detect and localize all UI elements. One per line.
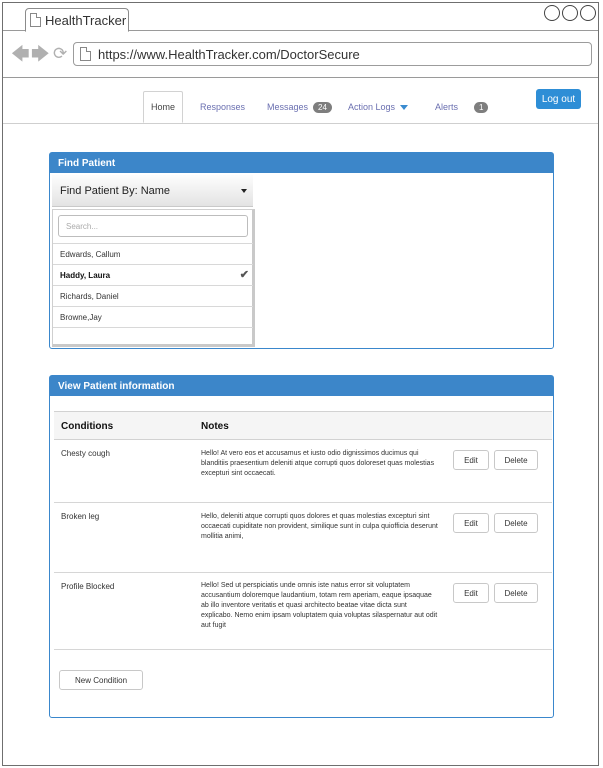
table-row: Broken leg Hello, deleniti atque corrupt… [54,503,552,573]
tab-label: Messages [267,102,309,112]
notes-cell: Hello! At vero eos et accusamus et iusto… [201,450,435,477]
delete-button[interactable]: Delete [494,583,538,603]
patient-dropdown-menu: Search... Edwards, Callum Haddy, Laura ✔ … [52,209,255,347]
panel-title: Find Patient [50,153,553,173]
browser-tab[interactable]: HealthTracker [25,8,129,32]
alerts-count-badge: 1 [474,101,489,113]
tab-responses[interactable]: Responses [200,91,245,123]
notes-cell: Hello! Sed ut perspiciatis unde omnis is… [201,582,438,629]
browser-tab-strip: HealthTracker [3,3,598,32]
tab-action-logs[interactable]: Action Logs [348,91,409,123]
forward-arrow-icon[interactable]: 🡆 [31,45,50,63]
patient-item[interactable]: Edwards, Callum [53,243,253,264]
tab-alerts[interactable]: Alerts 1 [435,91,489,123]
condition-cell: Profile Blocked [61,582,115,591]
delete-button[interactable]: Delete [494,450,538,470]
chevron-down-icon [400,104,409,110]
page-icon [30,13,41,27]
dropdown-label: Find Patient By: Name [60,184,171,197]
tabs-divider [3,123,598,124]
minimize-icon[interactable] [544,5,560,21]
condition-cell: Broken leg [61,512,100,521]
back-arrow-icon[interactable]: 🡄 [11,45,30,63]
edit-button[interactable]: Edit [453,450,489,470]
logout-button[interactable]: Log out [536,89,581,109]
find-by-dropdown[interactable]: Find Patient By: Name [52,175,253,207]
tab-label: Home [151,102,176,112]
browser-window: HealthTracker 🡄 🡆 ⟳ https://www.HealthTr… [2,2,599,766]
panel-title: View Patient information [50,376,553,396]
maximize-icon[interactable] [562,5,578,21]
patient-item-selected[interactable]: Haddy, Laura ✔ [53,264,253,285]
close-icon[interactable] [580,5,596,21]
reload-icon[interactable]: ⟳ [53,45,67,63]
tab-home[interactable]: Home [143,91,184,123]
url-text: https://www.HealthTracker.com/DoctorSecu… [98,46,360,62]
patient-item[interactable]: Richards, Daniel [53,285,253,306]
table-header: Conditions Notes [54,411,552,440]
delete-button[interactable]: Delete [494,513,538,533]
tab-label: Action Logs [348,102,396,112]
patient-item-empty [53,327,253,348]
condition-cell: Chesty cough [61,449,110,458]
table-row: Chesty cough Hello! At vero eos et accus… [54,440,552,503]
check-icon: ✔ [239,269,249,281]
tab-label: Responses [200,102,246,112]
view-patient-panel: View Patient information Conditions Note… [49,375,554,718]
conditions-table: Conditions Notes Chesty cough Hello! At … [54,411,552,650]
tab-label: Alerts [435,102,459,112]
find-patient-panel: Find Patient Find Patient By: Name Searc… [49,152,554,349]
tab-messages[interactable]: Messages 24 [267,91,332,123]
caret-down-icon [241,189,247,193]
app-tabs: Home Responses Messages 24 Action Logs A… [3,91,598,123]
patient-list: Edwards, Callum Haddy, Laura ✔ Richards, … [53,243,253,348]
patient-item[interactable]: Browne,Jay [53,306,253,327]
browser-tab-title: HealthTracker [45,12,127,28]
notes-cell: Hello, deleniti atque corrupti quos dolo… [201,513,438,540]
window-controls [544,5,596,21]
address-bar[interactable]: https://www.HealthTracker.com/DoctorSecu… [73,42,592,66]
table-row: Profile Blocked Hello! Sed ut perspiciat… [54,573,552,650]
page-icon [80,47,91,61]
edit-button[interactable]: Edit [453,583,489,603]
new-condition-button[interactable]: New Condition [59,670,143,690]
browser-nav-bar: 🡄 🡆 ⟳ https://www.HealthTracker.com/Doct… [3,32,598,78]
edit-button[interactable]: Edit [453,513,489,533]
conditions-column-header: Conditions [61,421,114,432]
patient-search-input[interactable]: Search... [58,215,248,237]
notes-column-header: Notes [201,421,229,432]
messages-count-badge: 24 [313,101,332,113]
